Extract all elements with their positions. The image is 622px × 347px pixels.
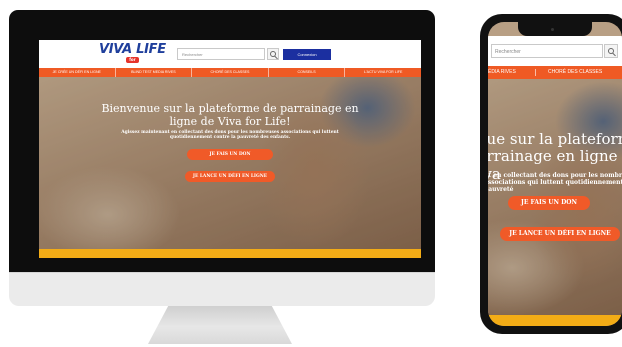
logo-sub-text: for — [126, 57, 139, 63]
mobile-screen: Rechercher ÉDIA RIVES CHORÉ DES CLASSES … — [488, 22, 622, 326]
search-icon — [270, 51, 276, 57]
nav-divider — [535, 69, 536, 76]
launch-challenge-button[interactable]: JE LANCE UN DÉFI EN LIGNE — [185, 171, 275, 182]
main-nav: JE CRÉE UN DÉFI EN LIGNE BLIND TEST MEDI… — [39, 68, 421, 77]
camera-icon — [551, 28, 554, 31]
mobile-nav-item-class-choreo[interactable]: CHORÉ DES CLASSES — [548, 66, 602, 79]
mobile-search-input[interactable]: Rechercher — [491, 44, 603, 58]
viva-for-life-logo[interactable]: VIVA LIFE for — [99, 43, 166, 63]
mobile-nav: ÉDIA RIVES CHORÉ DES CLASSES — [488, 66, 622, 79]
phone-notch — [518, 22, 592, 36]
desktop-screen: VIVA LIFE for Rechercher Connexion JE CR… — [39, 40, 421, 258]
search-button[interactable] — [267, 48, 279, 60]
mobile-footer-bar — [488, 315, 622, 326]
desktop-header: VIVA LIFE for Rechercher Connexion — [39, 40, 421, 68]
mobile-header: Rechercher — [488, 36, 622, 66]
connect-button[interactable]: Connexion — [283, 49, 331, 60]
nav-item-blind-test[interactable]: BLIND TEST MEDIA RIVES — [116, 68, 193, 77]
mobile-search-button[interactable] — [604, 44, 618, 58]
desktop-monitor: VIVA LIFE for Rechercher Connexion JE CR… — [9, 10, 435, 272]
nav-item-tips[interactable]: CONSEILS — [269, 68, 346, 77]
logo-main-text: VIVA LIFE — [99, 42, 166, 57]
donate-button[interactable]: JE FAIS UN DON — [187, 149, 273, 160]
nav-item-news[interactable]: L'ACTU VIVA FOR LIFE — [345, 68, 421, 77]
hero-banner: Bienvenue sur la plateforme de parrainag… — [39, 77, 421, 249]
search-input[interactable]: Rechercher — [177, 48, 265, 60]
footer-bar — [39, 249, 421, 258]
nav-item-create-challenge[interactable]: JE CRÉE UN DÉFI EN LIGNE — [39, 68, 116, 77]
mobile-hero-text: nt en collectant des dons pour les nombr… — [488, 172, 622, 194]
mobile-donate-button[interactable]: JE FAIS UN DON — [508, 196, 590, 210]
mobile-phone: Rechercher ÉDIA RIVES CHORÉ DES CLASSES … — [480, 14, 622, 334]
mobile-launch-challenge-button[interactable]: JE LANCE UN DÉFI EN LIGNE — [500, 227, 620, 241]
mobile-hero-banner: enue sur la plateforme de parrainage en … — [488, 79, 622, 315]
monitor-chin — [9, 272, 435, 306]
hero-text: Agissez maintenant en collectant des don… — [121, 130, 339, 141]
nav-item-class-choreo[interactable]: CHORÉ DES CLASSES — [192, 68, 269, 77]
search-icon — [608, 48, 614, 54]
monitor-stand — [148, 306, 292, 344]
hero-title: Bienvenue sur la plateforme de parrainag… — [101, 102, 359, 128]
mobile-nav-item-blind-test[interactable]: ÉDIA RIVES — [488, 66, 516, 79]
